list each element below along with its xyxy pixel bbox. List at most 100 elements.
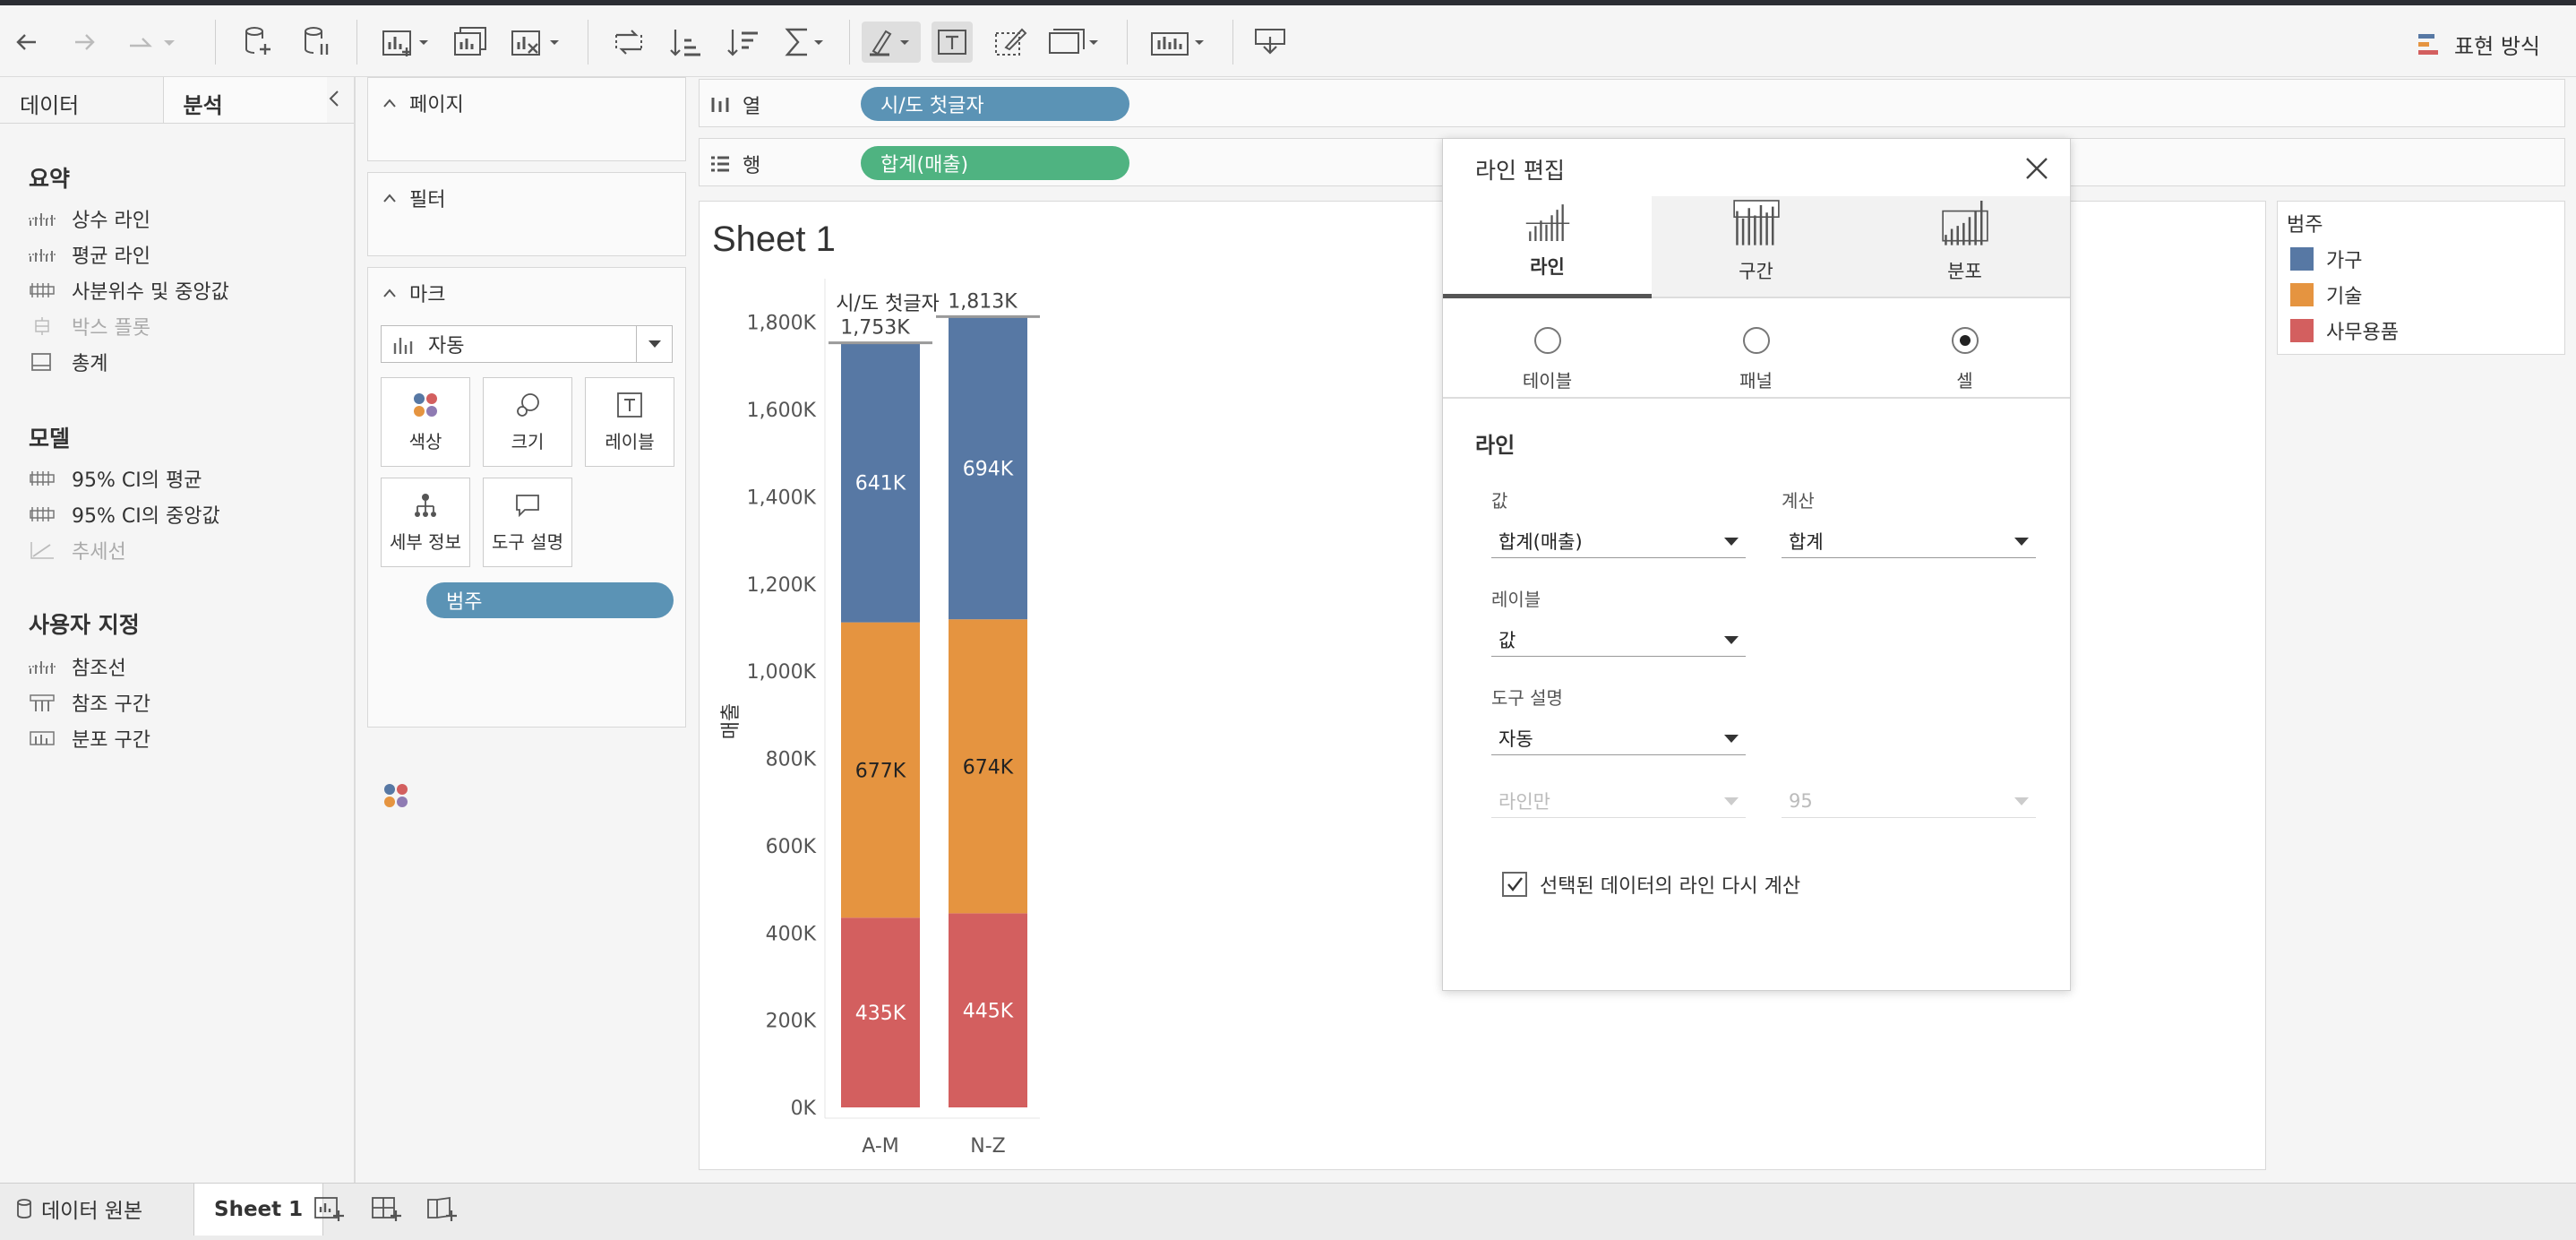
reference-line-label: 1,813K (948, 290, 1018, 313)
y-tick-label: 600K (766, 836, 817, 858)
show-cards-icon[interactable] (1148, 22, 1211, 63)
label-select[interactable]: 값 (1491, 623, 1746, 657)
legend-swatch (2290, 247, 2314, 271)
new-story-tab-button[interactable] (426, 1184, 459, 1234)
calc-select[interactable]: 합계 (1782, 524, 2036, 558)
tab-band[interactable]: 구간 (1652, 196, 1860, 298)
scope-option-cell[interactable]: 셀 (1860, 327, 2069, 392)
analytics-item-box-plot[interactable]: 박스 플롯 (29, 312, 150, 340)
analytics-item-reference-line[interactable]: 참조선 (29, 652, 126, 681)
tab-data[interactable]: 데이터 (0, 77, 164, 123)
line-section-title: 라인 (1475, 433, 1516, 458)
dialog-tabs: 라인 구간 분포 (1443, 196, 2070, 298)
pause-updates-icon[interactable] (299, 22, 335, 63)
reference-line-icon (29, 213, 56, 226)
sheet-tab-sheet-1[interactable]: Sheet 1 (193, 1184, 324, 1236)
analytics-item-constant-line[interactable]: 상수 라인 (29, 204, 150, 233)
tab-band-label: 구간 (1739, 261, 1773, 282)
swap-icon[interactable] (609, 22, 648, 63)
tab-distribution-label: 분포 (1947, 261, 1982, 282)
highlight-icon[interactable] (862, 22, 921, 63)
recalc-checkbox[interactable] (1502, 872, 1527, 897)
legend-item-furniture[interactable]: 가구 (2290, 245, 2362, 273)
pages-card[interactable]: 페이지 (367, 77, 686, 161)
back-icon[interactable] (9, 22, 45, 63)
duplicate-sheet-icon[interactable] (451, 22, 491, 63)
chevron-up-icon[interactable] (382, 98, 397, 108)
value-select[interactable]: 합계(매출) (1491, 524, 1746, 558)
collapse-pane-icon[interactable] (327, 77, 354, 123)
toolbar-separator (356, 20, 357, 65)
new-worksheet-icon (314, 1197, 344, 1221)
legend-item-technology[interactable]: 기술 (2290, 280, 2362, 309)
color-field-pill[interactable]: 범주 (426, 582, 674, 618)
columns-shelf[interactable]: 열 시/도 첫글자 (699, 79, 2565, 127)
chevron-up-icon[interactable] (382, 193, 397, 203)
tooltip-select[interactable]: 자동 (1491, 721, 1746, 755)
rows-pill[interactable]: 합계(매출) (861, 146, 1129, 180)
show-labels-icon[interactable] (932, 22, 973, 63)
tooltip-button[interactable]: 도구 설명 (483, 478, 572, 567)
value-field-label: 값 (1491, 490, 1508, 512)
presentation-icon[interactable] (1250, 22, 1290, 63)
analytics-item-quartiles[interactable]: 사분위수 및 중앙값 (29, 276, 229, 305)
tab-line[interactable]: 라인 (1443, 196, 1652, 298)
y-tick-label: 200K (766, 1011, 817, 1033)
chevron-down-icon (2014, 538, 2029, 546)
analytics-item-average-line[interactable]: 평균 라인 (29, 240, 150, 269)
new-worksheet-tab-button[interactable] (313, 1184, 346, 1234)
scope-option-pane[interactable]: 패널 (1652, 327, 1860, 392)
legend-item-office-supplies[interactable]: 사무용품 (2290, 316, 2399, 345)
format-icon[interactable] (991, 22, 1032, 63)
analytics-item-trend-line[interactable]: 추세선 (29, 536, 126, 564)
legend-swatch (2290, 319, 2314, 342)
totals-icon[interactable] (783, 22, 828, 63)
scope-option-table[interactable]: 테이블 (1443, 327, 1652, 392)
y-axis-title: 매출 (720, 703, 743, 739)
tab-line-label: 라인 (1530, 256, 1565, 278)
analytics-item-ci-median[interactable]: 95% CI의 중앙값 (29, 500, 220, 529)
new-dashboard-tab-button[interactable] (371, 1184, 403, 1234)
y-tick-label: 0K (791, 1098, 817, 1120)
mark-type-value: 자동 (428, 335, 465, 357)
new-datasource-icon[interactable] (240, 22, 276, 63)
radio-button[interactable] (1951, 327, 1979, 354)
chevron-down-icon[interactable] (636, 326, 672, 362)
new-worksheet-icon[interactable] (380, 22, 434, 63)
tab-distribution[interactable]: 분포 (1860, 196, 2069, 298)
analytics-item-ci-mean[interactable]: 95% CI의 평균 (29, 464, 202, 493)
columns-pill[interactable]: 시/도 첫글자 (861, 87, 1129, 121)
recalc-checkbox-row[interactable]: 선택된 데이터의 라인 다시 계산 (1502, 870, 1800, 899)
label-button-label: 레이블 (605, 430, 655, 452)
section-title-custom: 사용자 지정 (29, 612, 140, 638)
size-button[interactable]: 크기 (483, 377, 572, 467)
close-icon[interactable] (2023, 155, 2050, 182)
filters-card[interactable]: 필터 (367, 172, 686, 256)
color-button[interactable]: 색상 (381, 377, 470, 467)
detail-button[interactable]: 세부 정보 (381, 478, 470, 567)
clear-sheet-icon[interactable] (509, 22, 566, 63)
size-icon (517, 392, 539, 417)
sort-descending-icon[interactable] (724, 22, 763, 63)
tab-analytics[interactable]: 분석 (163, 77, 327, 123)
distribution-band-icon (30, 731, 55, 745)
filters-card-title: 필터 (382, 184, 445, 212)
chevron-down-icon (2014, 797, 2029, 805)
sort-ascending-icon[interactable] (666, 22, 706, 63)
radio-button[interactable] (1533, 327, 1561, 354)
radio-button[interactable] (1742, 327, 1770, 354)
fit-icon[interactable] (1046, 22, 1103, 63)
analytics-item-distribution-band[interactable]: 분포 구간 (29, 724, 150, 753)
show-me-button[interactable]: 표현 방식 (2417, 29, 2540, 60)
analytics-item-totals[interactable]: 총계 (29, 348, 107, 376)
chevron-up-icon[interactable] (382, 288, 397, 298)
forward-icon[interactable] (66, 22, 102, 63)
mark-type-select[interactable]: 자동 (381, 325, 673, 363)
toolbar: 표현 방식 (0, 5, 2576, 77)
chevron-down-icon (1724, 735, 1739, 743)
redo-icon[interactable] (120, 22, 183, 63)
label-button[interactable]: 레이블 (585, 377, 674, 467)
analytics-item-reference-band[interactable]: 참조 구간 (29, 688, 150, 717)
datasource-tab[interactable]: 데이터 원본 (16, 1184, 142, 1234)
section-title-model: 모델 (29, 426, 71, 452)
